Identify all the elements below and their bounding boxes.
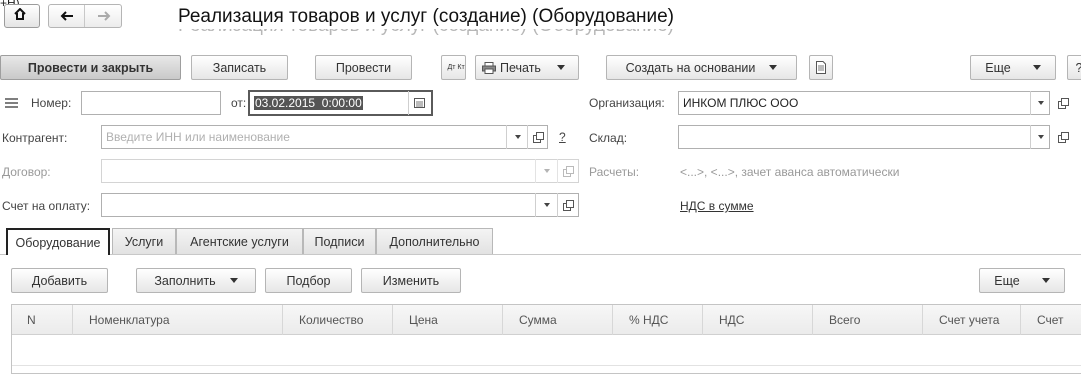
document-icon — [816, 61, 826, 74]
tabs-baseline — [0, 254, 1081, 255]
date-value: 03.02.2015 0:00:00 — [254, 96, 363, 110]
open-window-icon — [1057, 97, 1069, 109]
print-label: Печать — [500, 60, 541, 75]
dtkt-button[interactable]: Дт Кт — [441, 55, 466, 80]
chevron-down-icon — [1037, 135, 1044, 139]
settlements-value[interactable]: <...>, <...>, зачет аванса автоматически — [680, 165, 899, 179]
organization-open-button[interactable] — [1055, 95, 1071, 111]
calendar-button[interactable] — [408, 91, 430, 115]
arrow-right-icon — [98, 11, 111, 21]
date-field[interactable]: 03.02.2015 0:00:00 — [248, 90, 433, 116]
invoice-field[interactable] — [101, 193, 579, 217]
column-header[interactable]: Всего — [812, 305, 922, 335]
contract-label: Договор: — [2, 165, 51, 179]
organization-label: Организация: — [589, 96, 665, 110]
column-header[interactable]: Счет учета — [922, 305, 1020, 335]
save-button[interactable]: Записать — [191, 55, 288, 80]
contract-dropdown-button[interactable] — [535, 159, 557, 183]
column-header[interactable]: % НДС — [612, 305, 702, 335]
column-header[interactable]: Счет — [1020, 305, 1081, 335]
more-label: Еще — [985, 60, 1011, 75]
vat-link[interactable]: НДС в сумме — [680, 199, 754, 213]
page-title: Реализация товаров и услуг (создание) (О… — [178, 6, 674, 27]
counterparty-help[interactable]: ? — [559, 130, 566, 144]
table-row-divider — [12, 365, 1081, 366]
chevron-down-icon — [514, 135, 521, 139]
selection-button[interactable]: Подбор — [265, 268, 352, 293]
tab-agent-services[interactable]: Агентские услуги — [176, 228, 303, 254]
number-field[interactable] — [81, 91, 221, 115]
counterparty-field[interactable]: Введите ИНН или наименование — [101, 125, 548, 149]
warehouse-field[interactable] — [678, 125, 1050, 149]
chevron-down-icon — [229, 278, 238, 283]
organization-field[interactable]: ИНКОМ ПЛЮС ООО — [678, 91, 1050, 115]
more-button[interactable]: Еще — [970, 55, 1056, 80]
column-header[interactable]: Количество — [282, 305, 392, 335]
post-and-close-button[interactable]: Провести и закрыть — [0, 55, 181, 80]
counterparty-label: Контрагент: — [2, 131, 68, 145]
warehouse-open-button[interactable] — [1055, 129, 1071, 145]
forward-button[interactable] — [86, 5, 122, 27]
fill-label: Заполнить — [154, 273, 216, 288]
change-button[interactable]: Изменить — [361, 268, 461, 293]
table-more-button[interactable]: Еще — [979, 268, 1065, 293]
organization-dropdown-button[interactable] — [1030, 91, 1050, 115]
create-based-on-button[interactable]: Создать на основании — [606, 55, 797, 80]
table-more-label: Еще — [994, 273, 1020, 288]
chevron-down-icon — [1032, 65, 1041, 70]
counterparty-placeholder: Введите ИНН или наименование — [106, 130, 290, 144]
invoice-label: Счет на оплату: — [2, 199, 91, 213]
contract-field[interactable] — [101, 159, 579, 183]
arrow-left-icon — [60, 11, 73, 21]
contract-open-button[interactable] — [557, 159, 579, 183]
tab-services[interactable]: Услуги — [112, 228, 176, 254]
fill-button[interactable]: Заполнить — [136, 268, 256, 293]
chevron-down-icon — [543, 203, 550, 207]
home-icon — [14, 7, 26, 20]
warehouse-label: Склад: — [589, 131, 628, 145]
tab-equipment[interactable]: Оборудование — [6, 228, 110, 255]
list-icon — [5, 97, 18, 108]
column-header[interactable]: НДС — [702, 305, 812, 335]
invoice-open-button[interactable] — [557, 193, 579, 217]
title-shadow: Реализация товаров и услуг (создание) (О… — [178, 29, 738, 35]
chevron-down-icon — [556, 65, 565, 70]
open-window-icon — [533, 131, 544, 143]
column-header[interactable]: N — [12, 305, 72, 335]
chevron-down-icon — [543, 169, 550, 173]
open-window-icon — [563, 165, 574, 177]
calendar-icon — [414, 98, 425, 108]
organization-value: ИНКОМ ПЛЮС ООО — [683, 96, 799, 110]
counterparty-open-button[interactable] — [527, 125, 549, 149]
print-button[interactable]: Печать — [475, 55, 579, 80]
back-button[interactable] — [49, 5, 85, 27]
number-label: Номер: — [31, 96, 72, 110]
settlements-label: Расчеты: — [589, 165, 640, 179]
open-window-icon — [1057, 131, 1069, 143]
column-header[interactable]: Цена — [392, 305, 502, 335]
report-button[interactable] — [809, 55, 833, 80]
chevron-down-icon — [1041, 278, 1050, 283]
printer-icon — [482, 61, 496, 74]
warehouse-dropdown-button[interactable] — [1030, 125, 1050, 149]
add-button[interactable]: Добавить — [11, 268, 108, 293]
dtkt-icon: Дт Кт — [447, 64, 465, 71]
post-button[interactable]: Провести — [315, 55, 412, 80]
help-button[interactable]: ? — [1067, 55, 1081, 80]
counterparty-dropdown-button[interactable] — [506, 125, 528, 149]
tab-additional[interactable]: Дополнительно — [376, 228, 493, 254]
chevron-down-icon — [1037, 101, 1044, 105]
open-window-icon — [563, 199, 574, 211]
tab-signatures[interactable]: Подписи — [303, 228, 376, 254]
create-based-on-label: Создать на основании — [625, 60, 756, 75]
date-label: от: — [231, 96, 247, 110]
chevron-down-icon — [769, 65, 778, 70]
invoice-dropdown-button[interactable] — [535, 193, 557, 217]
column-header[interactable]: Сумма — [502, 305, 612, 335]
column-header[interactable]: Номенклатура — [72, 305, 282, 335]
